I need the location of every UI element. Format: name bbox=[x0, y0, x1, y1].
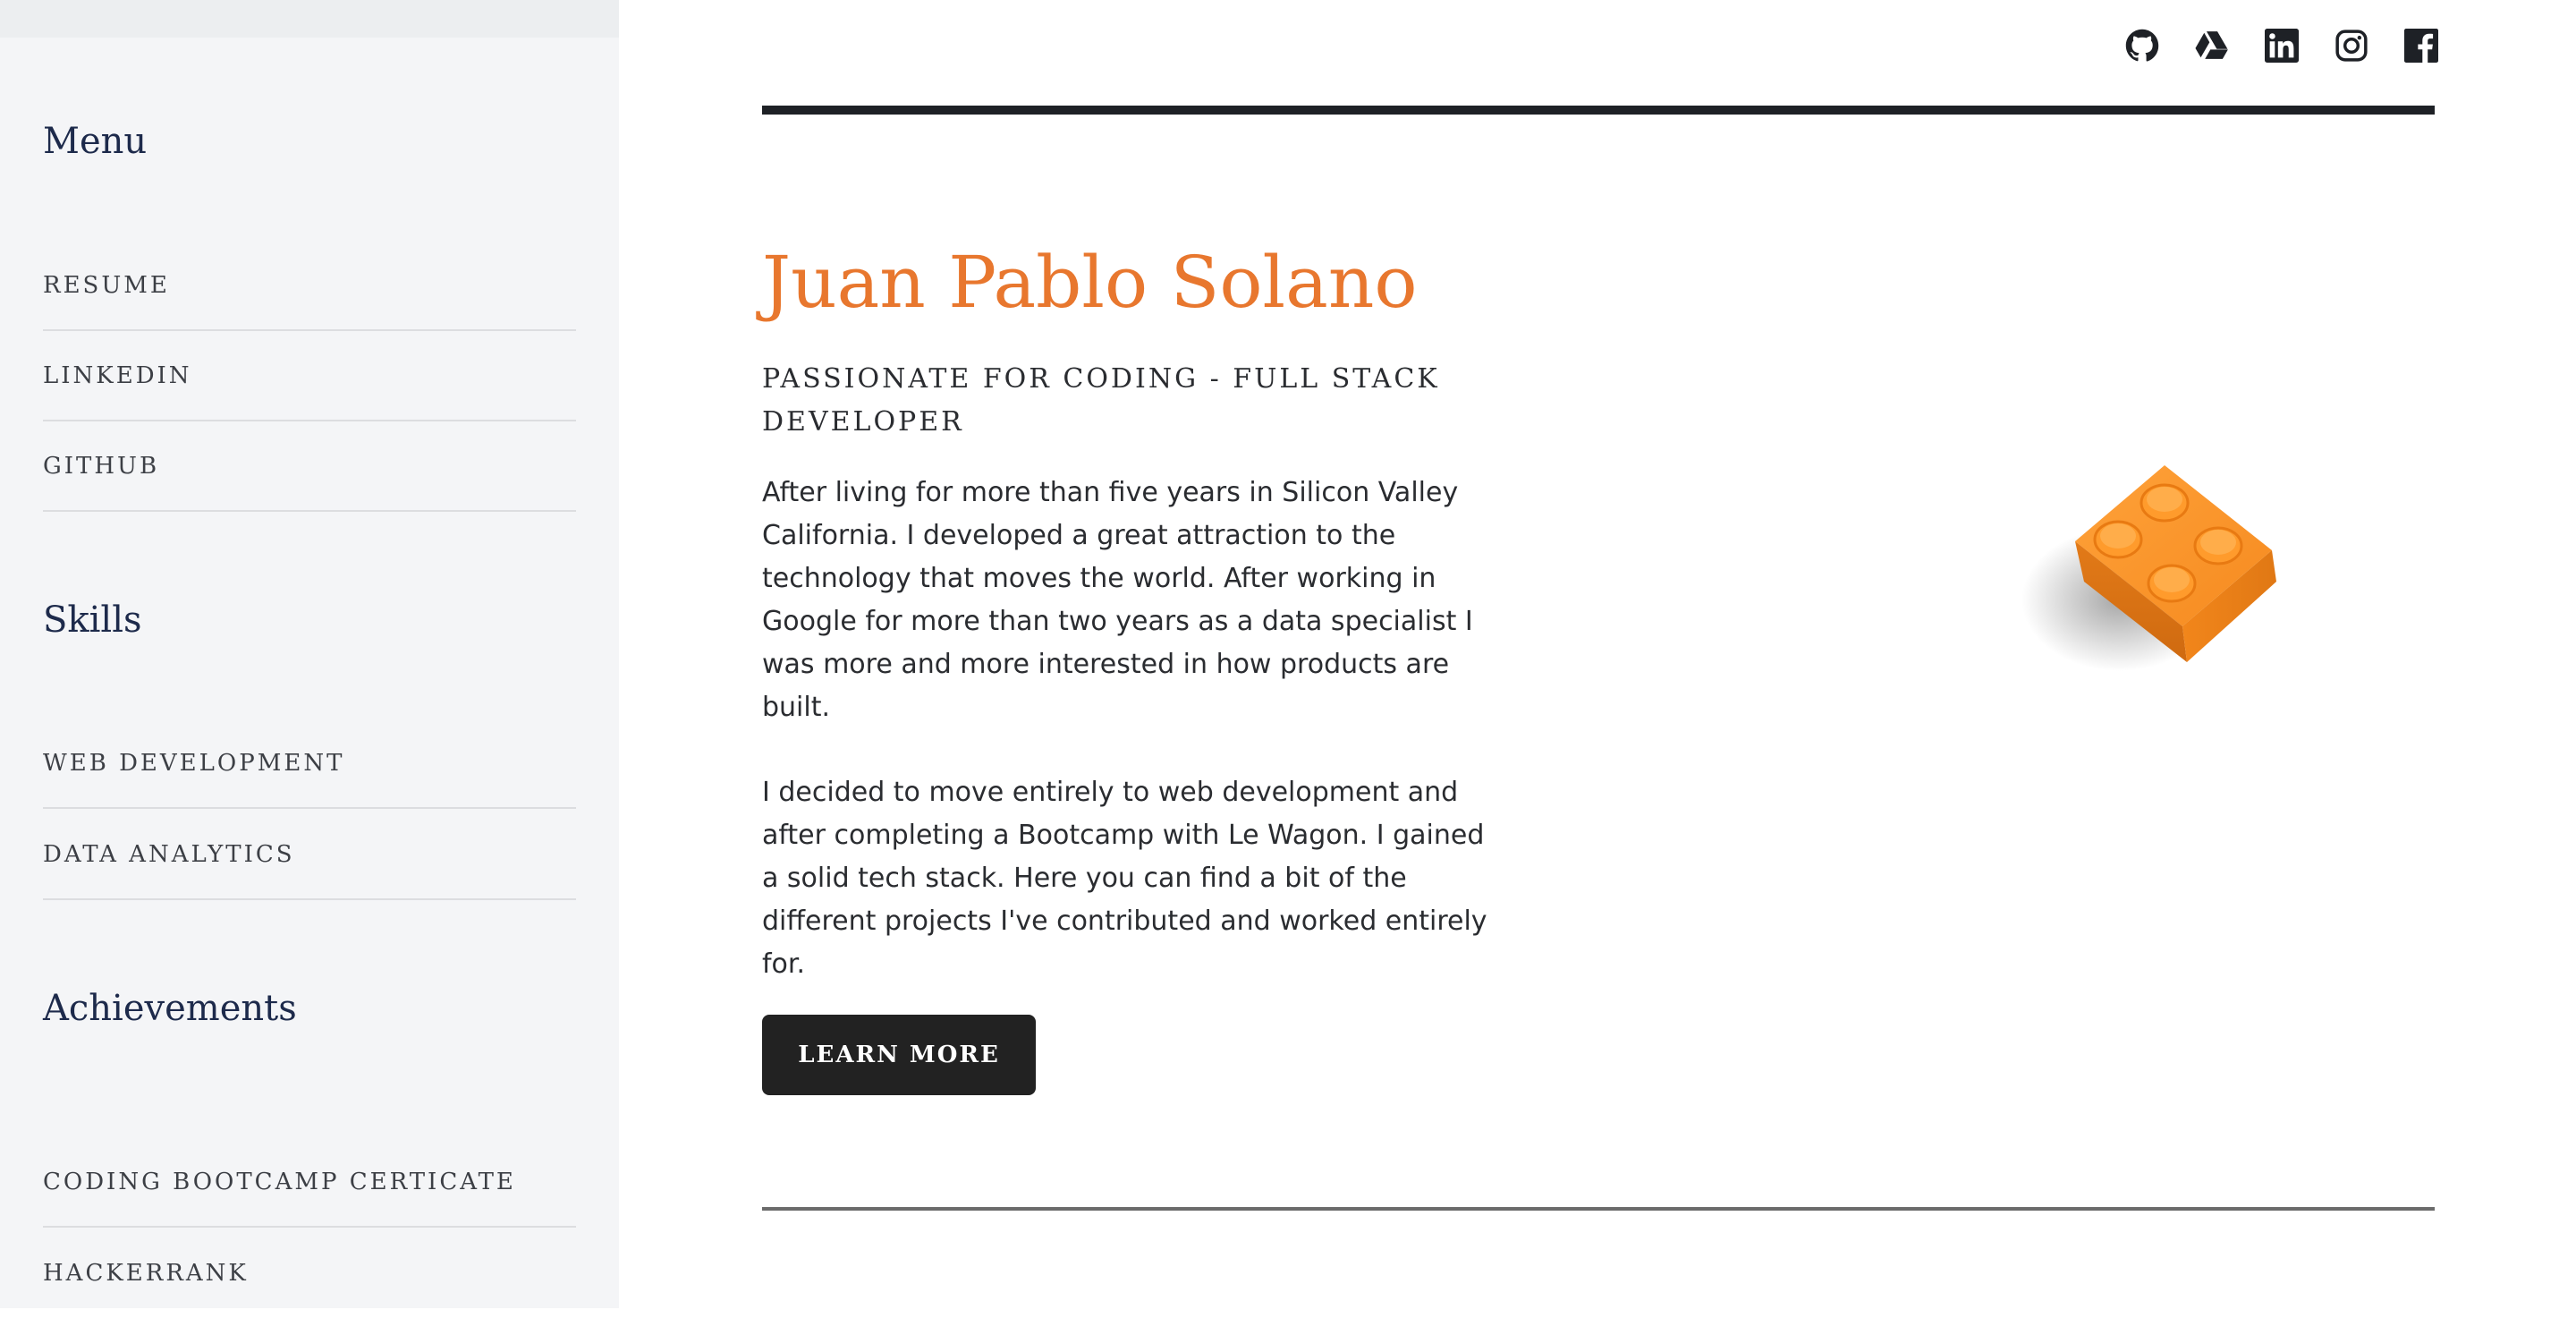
learn-more-button[interactable]: LEARN MORE bbox=[762, 1015, 1036, 1095]
section-divider bbox=[762, 1207, 2435, 1211]
sidebar-search-bar[interactable] bbox=[0, 0, 619, 38]
hero-paragraph-2: I decided to move entirely to web develo… bbox=[762, 777, 1487, 980]
sidebar-item-data-analytics[interactable]: DATA ANALYTICS bbox=[43, 811, 576, 900]
sidebar-heading-skills: Skills bbox=[43, 599, 142, 641]
instagram-icon[interactable] bbox=[2334, 29, 2368, 63]
sidebar-heading-achievements: Achievements bbox=[43, 988, 297, 1029]
sidebar-item-hackerrank[interactable]: HACKERRANK bbox=[43, 1229, 576, 1318]
hero-title: Juan Pablo Solano bbox=[762, 241, 1418, 324]
header-divider bbox=[762, 106, 2435, 115]
social-icons bbox=[2125, 29, 2438, 63]
hero-paragraph-1: After living for more than five years in… bbox=[762, 477, 1473, 723]
main-content: Juan Pablo Solano PASSIONATE FOR CODING … bbox=[619, 0, 2576, 1308]
linkedin-icon[interactable] bbox=[2265, 29, 2299, 63]
facebook-icon[interactable] bbox=[2404, 29, 2438, 63]
sidebar-heading-menu: Menu bbox=[43, 121, 148, 162]
sidebar-item-resume[interactable]: RESUME bbox=[43, 242, 576, 331]
sidebar-item-coding-bootcamp-certificate[interactable]: CODING BOOTCAMP CERTICATE bbox=[43, 1138, 576, 1228]
sidebar-item-github[interactable]: GITHUB bbox=[43, 422, 576, 512]
hero-subtitle: PASSIONATE FOR CODING - FULL STACK DEVEL… bbox=[762, 363, 1440, 438]
sidebar: Menu RESUME LINKEDIN GITHUB Skills WEB D… bbox=[0, 0, 619, 1308]
sidebar-item-linkedin[interactable]: LINKEDIN bbox=[43, 332, 576, 421]
google-drive-icon[interactable] bbox=[2195, 29, 2229, 63]
lego-brick-image bbox=[2021, 465, 2276, 671]
sidebar-item-web-development[interactable]: WEB DEVELOPMENT bbox=[43, 719, 576, 809]
github-icon[interactable] bbox=[2125, 29, 2159, 63]
